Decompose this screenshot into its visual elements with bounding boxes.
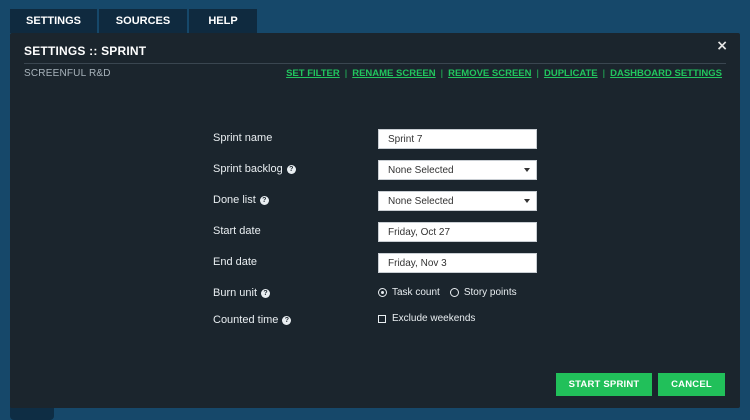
- end-date-input[interactable]: Friday, Nov 3: [378, 253, 537, 273]
- top-tabs: SETTINGS SOURCES HELP: [10, 9, 259, 33]
- link-separator: |: [440, 68, 444, 79]
- exclude-weekends-label: Exclude weekends: [392, 313, 476, 324]
- duplicate-link[interactable]: DUPLICATE: [544, 68, 598, 79]
- sprint-settings-modal: SETTINGS :: SPRINT × SCREENFUL R&D SET F…: [10, 33, 740, 408]
- done-list-select[interactable]: None Selected: [378, 191, 537, 211]
- cancel-button[interactable]: CANCEL: [658, 373, 725, 396]
- chevron-down-icon: [524, 199, 530, 203]
- radio-task-count-label: Task count: [392, 287, 440, 298]
- sprint-form: Sprint name Sprint 7 Sprint backlog ? No…: [213, 128, 553, 341]
- counted-time-row: Counted time ? Exclude weekends: [213, 310, 553, 341]
- tab-settings[interactable]: SETTINGS: [10, 9, 97, 33]
- screen-name: SCREENFUL R&D: [24, 68, 111, 79]
- help-icon[interactable]: ?: [282, 315, 292, 325]
- start-date-input[interactable]: Friday, Oct 27: [378, 222, 537, 242]
- link-separator: |: [536, 68, 539, 79]
- start-sprint-button[interactable]: START SPRINT: [556, 373, 652, 396]
- close-icon[interactable]: ×: [716, 38, 728, 54]
- checkbox-box: [378, 314, 386, 323]
- sprint-name-row: Sprint name Sprint 7: [213, 128, 553, 159]
- sprint-name-input[interactable]: Sprint 7: [378, 129, 537, 149]
- chevron-down-icon: [524, 168, 530, 172]
- sprint-name-label: Sprint name: [213, 132, 272, 144]
- header-divider: [24, 63, 726, 64]
- burn-unit-label-text: Burn unit: [213, 287, 258, 299]
- sprint-backlog-label-text: Sprint backlog: [213, 163, 283, 175]
- modal-header: SETTINGS :: SPRINT ×: [24, 38, 728, 64]
- start-date-label: Start date: [213, 225, 261, 237]
- burn-unit-label: Burn unit ?: [213, 287, 271, 299]
- radio-task-count[interactable]: Task count: [378, 287, 440, 298]
- dashboard-settings-link[interactable]: DASHBOARD SETTINGS: [610, 68, 722, 79]
- done-list-label: Done list ?: [213, 194, 269, 206]
- rename-screen-link[interactable]: RENAME SCREEN: [352, 68, 435, 79]
- link-separator: |: [344, 68, 348, 79]
- link-separator: |: [602, 68, 606, 79]
- set-filter-link[interactable]: SET FILTER: [286, 68, 340, 79]
- radio-unselected-icon: [449, 288, 459, 297]
- burn-unit-row: Burn unit ? Task count Story points: [213, 283, 553, 310]
- help-icon[interactable]: ?: [286, 164, 296, 174]
- exclude-weekends-checkbox[interactable]: Exclude weekends: [378, 313, 475, 324]
- done-list-row: Done list ? None Selected: [213, 190, 553, 221]
- start-date-label-text: Start date: [213, 225, 261, 237]
- modal-subheader: SCREENFUL R&D SET FILTER | RENAME SCREEN…: [24, 68, 722, 79]
- end-date-label-text: End date: [213, 256, 258, 268]
- tab-help[interactable]: HELP: [189, 9, 257, 33]
- sprint-backlog-select[interactable]: None Selected: [378, 160, 537, 180]
- done-list-value: None Selected: [388, 195, 454, 207]
- burn-unit-radio-group: Task count Story points: [378, 287, 527, 298]
- sprint-backlog-value: None Selected: [388, 164, 454, 176]
- radio-story-points-label: Story points: [463, 287, 517, 298]
- modal-title: SETTINGS :: SPRINT: [24, 44, 147, 58]
- screen-actions: SET FILTER | RENAME SCREEN | REMOVE SCRE…: [286, 68, 722, 79]
- start-date-row: Start date Friday, Oct 27: [213, 221, 553, 252]
- remove-screen-link[interactable]: REMOVE SCREEN: [448, 68, 531, 79]
- radio-story-points[interactable]: Story points: [449, 287, 517, 298]
- sprint-backlog-row: Sprint backlog ? None Selected: [213, 159, 553, 190]
- tab-sources[interactable]: SOURCES: [99, 9, 187, 33]
- radio-selected-icon: [378, 288, 387, 297]
- done-list-label-text: Done list: [213, 194, 256, 206]
- sprint-name-label-text: Sprint name: [213, 132, 273, 144]
- end-date-row: End date Friday, Nov 3: [213, 252, 553, 283]
- end-date-label: End date: [213, 256, 257, 268]
- sprint-backlog-label: Sprint backlog ?: [213, 163, 296, 175]
- counted-time-label-text: Counted time: [213, 314, 279, 326]
- counted-time-label: Counted time ?: [213, 314, 292, 326]
- help-icon[interactable]: ?: [259, 195, 269, 205]
- help-icon[interactable]: ?: [261, 288, 271, 298]
